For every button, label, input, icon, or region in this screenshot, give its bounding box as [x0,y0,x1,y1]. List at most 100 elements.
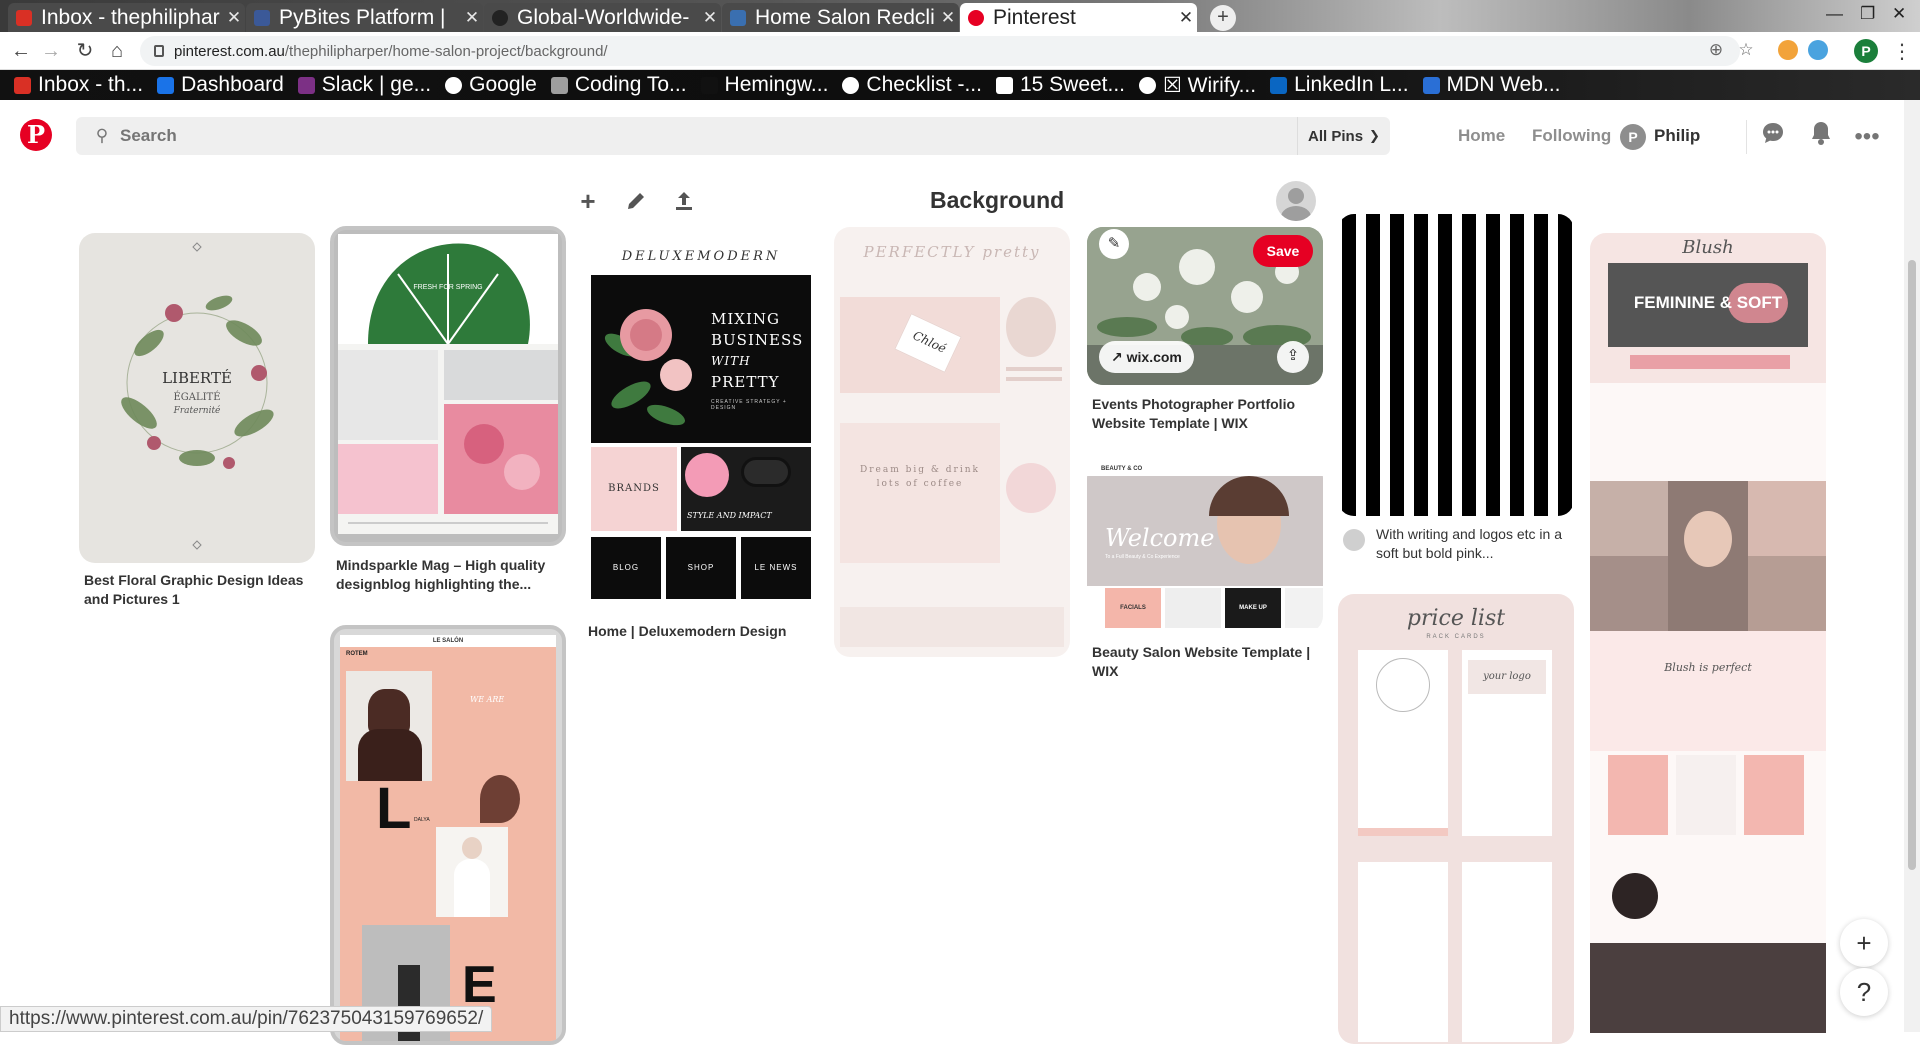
pin-caption[interactable]: With writing and logos etc in a soft but… [1376,525,1571,563]
bookmark-dashboard[interactable]: Dashboard [157,73,284,97]
blush-tagline: Blush is perfect [1664,661,1752,674]
help-floating-button[interactable]: ? [1840,968,1888,1016]
pin-beauty-salon[interactable]: BEAUTY & CO Welcome To a Full Beauty & C… [1087,462,1323,632]
portrait-photo [346,671,432,781]
save-button[interactable]: Save [1253,235,1313,267]
deluxe-shop-button: SHOP [666,537,736,599]
add-floating-button[interactable]: + [1840,919,1888,967]
nav-profile[interactable]: Philip [1654,126,1700,146]
address-bar[interactable]: pinterest.com.au/thephilipharper/home-sa… [140,36,1740,66]
bookmark-label: Hemingw... [724,73,829,96]
bookmark-wirify[interactable]: ☒ Wirify... [1139,73,1256,98]
more-options-icon[interactable]: ••• [1850,120,1884,154]
share-upload-icon[interactable]: ⇪ [1277,341,1309,373]
pin-price-list[interactable]: price list RACK CARDS your logo [1338,594,1574,1044]
blush-brand: Blush [1682,237,1734,258]
address-path: /thephilipharper/home-salon-project/back… [284,42,608,60]
scrollbar-thumb[interactable] [1908,260,1916,870]
restore-icon[interactable]: ❐ [1860,4,1875,24]
home-icon[interactable]: ⌂ [104,38,130,64]
github-icon [492,9,508,26]
bookmark-checklist[interactable]: Checklist -... [842,73,982,97]
pin-mindsparkle[interactable]: FRESH FOR SPRING [330,226,566,546]
bookmark-slack[interactable]: Slack | ge... [297,73,432,97]
browser-tab-pinterest[interactable]: Pinterest ✕ [960,3,1197,32]
nav-following[interactable]: Following [1532,126,1611,146]
mindsparkle-tag: FRESH FOR SPRING [413,284,482,291]
close-icon[interactable]: ✕ [461,8,483,28]
avatar[interactable] [1343,529,1365,551]
bookmark-sweet[interactable]: 15 Sweet... [995,73,1125,97]
pin-caption[interactable]: Beauty Salon Website Template | WIX [1092,643,1322,681]
extension-icon[interactable] [1808,40,1828,60]
close-icon[interactable]: ✕ [937,8,959,28]
stripe [1438,214,1452,516]
browser-tab-home-salon[interactable]: Home Salon Redcli ✕ [722,3,959,32]
share-upload-icon[interactable] [668,185,700,217]
package-card [1744,755,1804,835]
pin-caption[interactable]: Home | Deluxemodern Design [588,622,818,641]
pin-floral[interactable]: LIBERTÉ ÉGALITÉ Fraternité [79,233,315,563]
le-salon-brand: LE SALÓN [340,635,556,647]
search-icon: ⚲ [95,126,109,145]
add-pin-icon[interactable]: + [572,185,604,217]
add-to-home-icon[interactable]: ⊕ [1706,40,1726,60]
folder-icon [550,76,568,94]
bookmark-hemingway[interactable]: Hemingw... [700,73,829,97]
pin-caption[interactable]: Events Photographer Portfolio Website Te… [1092,395,1322,433]
close-icon[interactable]: ✕ [699,8,721,28]
close-window-icon[interactable]: ✕ [1892,4,1906,24]
edit-pencil-icon[interactable] [620,185,652,217]
le-salon-screen: LE SALÓN ROTEM WE ARE L DALYA E [340,635,556,1041]
pin-deluxemodern[interactable]: DELUXEMODERN MIXING BUSINESS WITH PRETTY… [583,227,819,607]
notifications-bell-icon[interactable] [1804,120,1838,154]
bookmark-label: Slack | ge... [321,73,432,96]
tab-title: Inbox - thephiliphar [41,5,220,29]
bookmark-inbox[interactable]: Inbox - th... [14,73,143,97]
board-collaborator-avatar[interactable] [1276,181,1316,221]
pin-caption[interactable]: Best Floral Graphic Design Ideas and Pic… [84,571,314,609]
page-scrollbar[interactable] [1904,100,1920,1032]
search-input[interactable] [120,126,1290,146]
extension-icon[interactable] [1778,40,1798,60]
quote-panel: Dream big & drink lots of coffee [840,423,1000,563]
bookmark-coding[interactable]: Coding To... [550,73,687,97]
new-tab-button[interactable]: + [1210,5,1236,31]
minimize-icon[interactable]: — [1826,4,1843,24]
avatar[interactable]: P [1620,124,1646,150]
browser-tab-pybites[interactable]: PyBites Platform | ✕ [246,3,483,32]
beauty-brand: BEAUTY & CO [1087,462,1323,476]
bookmark-google[interactable]: Google [445,73,537,97]
chrome-menu-icon[interactable]: ⋮ [1892,39,1912,64]
bride-photo [436,827,508,917]
chrome-profile-avatar[interactable]: P [1854,39,1878,63]
pin-le-salon[interactable]: LE SALÓN ROTEM WE ARE L DALYA E [330,625,566,1045]
all-pins-dropdown[interactable]: All Pins ❯ [1297,117,1390,155]
forward-icon[interactable]: → [38,38,64,64]
nav-home[interactable]: Home [1458,126,1505,146]
back-icon[interactable]: ← [8,38,34,64]
tab-title: PyBites Platform | [279,5,446,29]
messages-icon[interactable] [1756,120,1790,154]
linkedin-icon [1270,76,1288,94]
bookmark-linkedin[interactable]: LinkedIn L... [1270,73,1409,97]
browser-tab-gmail[interactable]: Inbox - thephiliphar ✕ [8,3,245,32]
pinterest-logo[interactable]: P [20,119,52,151]
browser-tab-github[interactable]: Global-Worldwide- ✕ [484,3,721,32]
bookmark-star-icon[interactable]: ☆ [1736,40,1756,60]
edit-pencil-icon[interactable]: ✎ [1099,229,1129,259]
close-icon[interactable]: ✕ [1175,8,1197,28]
pin-blush-template[interactable]: Blush FEMININE & SOFT Blush is perfect [1590,233,1826,1033]
browser-tab-strip: Inbox - thephiliphar ✕ PyBites Platform … [0,0,1920,32]
bookmark-mdn[interactable]: MDN Web... [1422,73,1561,97]
reload-icon[interactable]: ↻ [72,38,98,64]
deluxe-headline-1: MIXING [711,310,780,328]
close-icon[interactable]: ✕ [223,8,245,28]
gmail-icon [16,9,32,26]
pin-stripes[interactable] [1338,214,1574,516]
pin-perfectly-pretty[interactable]: PERFECTLY pretty Chloé Dream big & drink… [834,227,1070,657]
bookmark-label: Inbox - th... [38,73,144,96]
pin-caption[interactable]: Mindsparkle Mag – High quality designblo… [336,556,566,594]
tab-title: Home Salon Redcli [755,5,935,29]
domain-link-button[interactable]: ↗ wix.com [1099,341,1194,373]
